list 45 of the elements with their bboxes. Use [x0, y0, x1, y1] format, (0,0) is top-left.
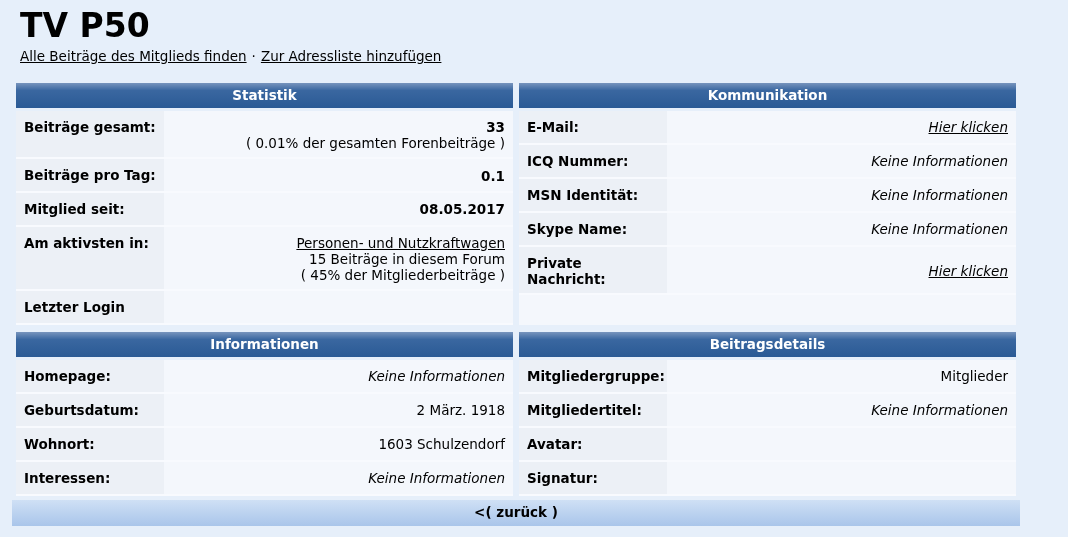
field-value: ( 45% der Mitgliederbeiträge ) — [300, 267, 505, 283]
field-label: Am aktivsten in: — [16, 227, 164, 289]
field-value: Keine Informationen — [871, 153, 1008, 169]
field-label: Wohnort: — [16, 428, 164, 460]
back-link[interactable]: <( zurück ) — [12, 500, 1020, 526]
field-value: 15 Beiträge in diesem Forum — [309, 251, 505, 267]
panel-header: Statistik — [16, 83, 513, 108]
field-label: Mitglied seit: — [16, 193, 164, 225]
field-label: Beiträge pro Tag: — [16, 159, 164, 191]
field-value: ( 0.01% der gesamten Forenbeiträge ) — [245, 135, 505, 151]
link[interactable]: Zur Adressliste hinzufügen — [260, 48, 442, 64]
field-value: Keine Informationen — [368, 470, 505, 486]
field-label: Signatur: — [519, 462, 667, 494]
field-label: Avatar: — [519, 428, 667, 460]
page-title: TV P50 — [20, 6, 150, 46]
panel-header: Kommunikation — [519, 83, 1016, 108]
field-value: 33 — [486, 119, 505, 135]
field-label: ICQ Nummer: — [519, 145, 667, 177]
field-value: Keine Informationen — [871, 221, 1008, 237]
field-label: Geburtsdatum: — [16, 394, 164, 426]
field-label: MSN Identität: — [519, 179, 667, 211]
panel-header: Informationen — [16, 332, 513, 357]
field-label: Mitgliedertitel: — [519, 394, 667, 426]
link[interactable]: Hier klicken — [928, 119, 1008, 135]
field-value: Mitglieder — [940, 368, 1008, 384]
panel-header: Beitragsdetails — [519, 332, 1016, 357]
link[interactable]: Hier klicken — [928, 263, 1008, 279]
field-value: Keine Informationen — [871, 402, 1008, 418]
link[interactable]: Personen- und Nutzkraftwagen — [296, 235, 505, 251]
field-label: Homepage: — [16, 360, 164, 392]
separator: · — [251, 48, 256, 64]
link[interactable]: Alle Beiträge des Mitglieds finden — [20, 48, 247, 64]
field-label: Private Nachricht: — [519, 247, 667, 293]
field-value: Keine Informationen — [871, 187, 1008, 203]
field-label: Skype Name: — [519, 213, 667, 245]
field-label: Beiträge gesamt: — [16, 111, 164, 157]
field-label: Letzter Login — [16, 291, 164, 323]
field-value: 2 März. 1918 — [416, 402, 505, 418]
field-label: Mitgliedergruppe: — [519, 360, 667, 392]
field-label: Interessen: — [16, 462, 164, 494]
field-value: 08.05.2017 — [419, 201, 505, 217]
field-value: 0.1 — [481, 168, 505, 184]
field-label: E-Mail: — [519, 111, 667, 143]
field-value: 1603 Schulzendorf — [378, 436, 505, 452]
field-value: Keine Informationen — [368, 368, 505, 384]
